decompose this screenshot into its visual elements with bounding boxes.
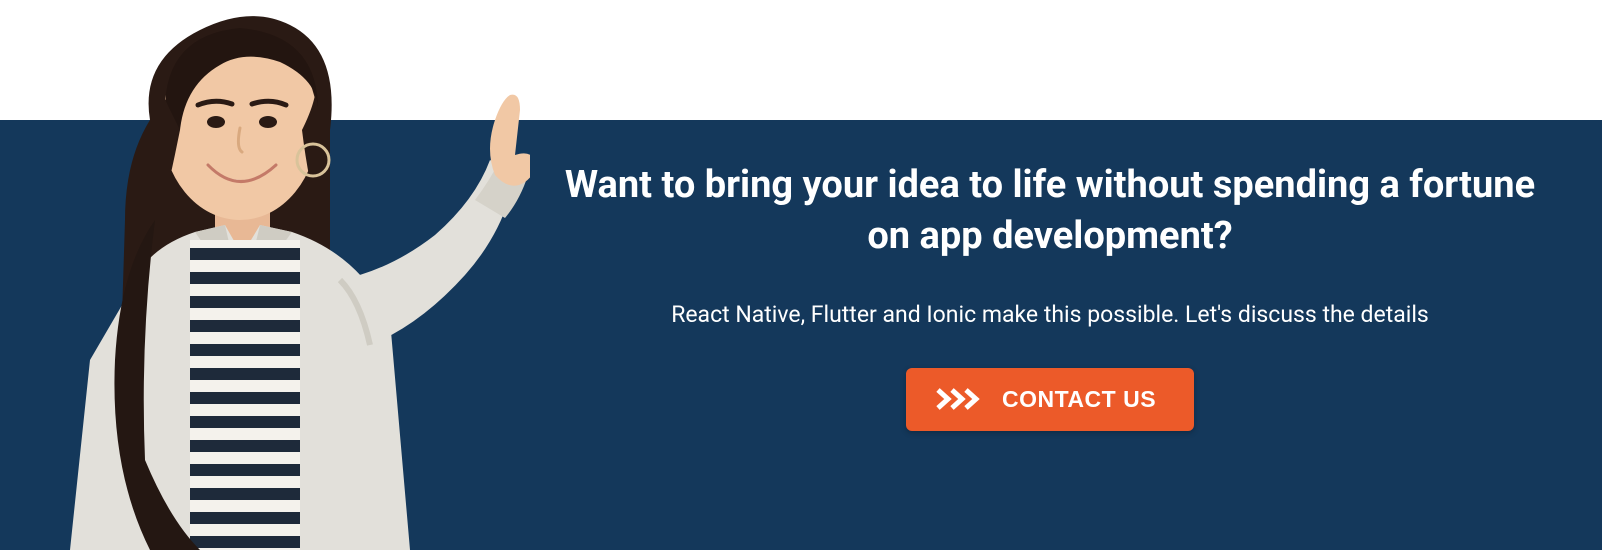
cta-label: CONTACT US [1002,386,1156,413]
banner-headline: Want to bring your idea to life without … [540,160,1560,263]
banner-subhead: React Native, Flutter and Ionic make thi… [540,301,1560,328]
chevrons-right-icon [936,387,984,411]
contact-us-button[interactable]: CONTACT US [906,368,1194,431]
banner-content: Want to bring your idea to life without … [540,160,1560,431]
hero-person-image [30,0,530,550]
